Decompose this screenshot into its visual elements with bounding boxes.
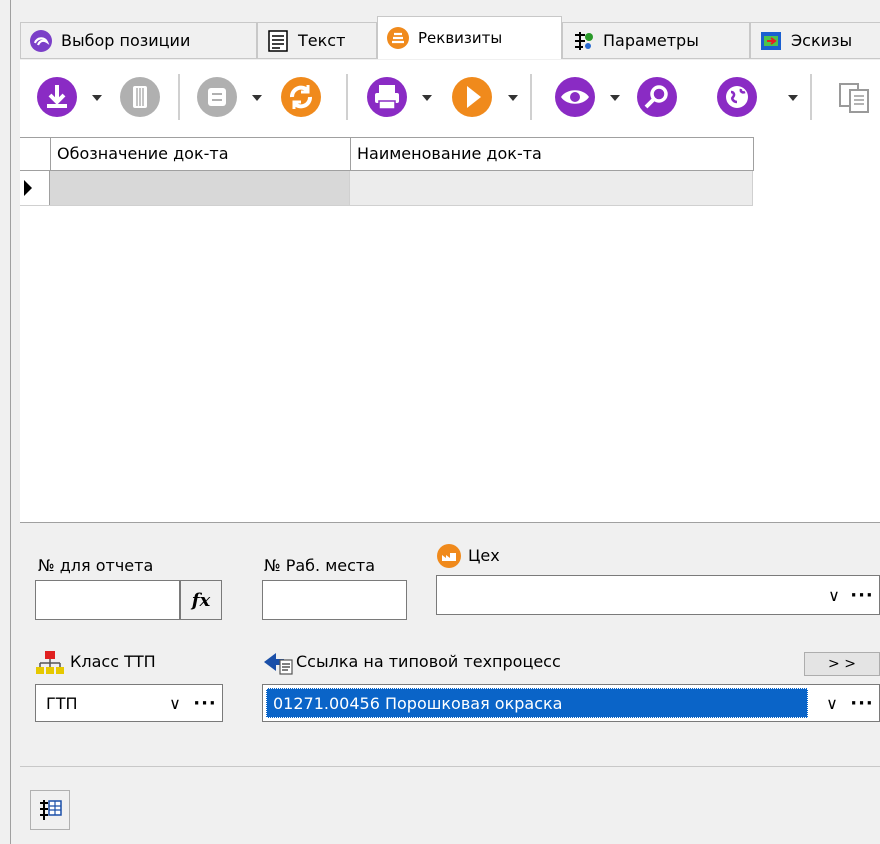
text-doc-icon [266, 29, 290, 53]
tab-text[interactable]: Текст [257, 22, 377, 58]
workplace-label: № Раб. места [264, 556, 376, 575]
globe-button[interactable] [712, 72, 762, 122]
window-edge [10, 0, 11, 844]
current-row-indicator-icon [20, 171, 50, 205]
play-dropdown[interactable] [506, 87, 520, 107]
tab-label: Параметры [603, 31, 699, 50]
workplace-input[interactable] [262, 580, 407, 620]
parameters-table-icon [40, 800, 62, 820]
class-ttp-icon [35, 650, 65, 676]
workshop-label: Цех [468, 546, 500, 565]
stack-icon [386, 26, 410, 50]
chevron-down-icon[interactable]: ∨ [164, 685, 186, 721]
row-indicator-header [20, 138, 51, 170]
stop-icon [197, 77, 237, 117]
table-cell[interactable] [50, 171, 350, 205]
dropdown-arrow-icon [422, 95, 432, 101]
report-no-input[interactable] [35, 580, 180, 620]
chevron-down-icon[interactable]: ∨ [821, 685, 843, 721]
refresh-icon [281, 77, 321, 117]
play-button[interactable] [447, 72, 497, 122]
dropdown-arrow-icon [508, 95, 518, 101]
swirl-icon [29, 29, 53, 53]
dropdown-arrow-icon [252, 95, 262, 101]
grid-header: Обозначение док-та Наименование док-та [20, 137, 754, 171]
documents-grid[interactable]: Обозначение док-та Наименование док-та [20, 134, 880, 523]
globe-dropdown[interactable] [786, 87, 800, 107]
download-button[interactable] [32, 72, 82, 122]
download-dropdown[interactable] [90, 87, 104, 107]
view-dropdown[interactable] [608, 87, 622, 107]
tab-requisites[interactable]: Реквизиты [377, 16, 562, 59]
globe-icon [717, 77, 757, 117]
column-button[interactable] [115, 72, 165, 122]
copy-button[interactable] [828, 72, 878, 122]
play-icon [452, 77, 492, 117]
tab-parameters[interactable]: Параметры [562, 22, 750, 58]
parameters-icon [571, 29, 595, 53]
goto-button[interactable]: > > [804, 652, 880, 676]
parameters-button[interactable] [30, 790, 70, 830]
separator [346, 74, 348, 120]
dropdown-arrow-icon [92, 95, 102, 101]
view-icon [555, 77, 595, 117]
view-button[interactable] [550, 72, 600, 122]
report-no-label: № для отчета [38, 556, 154, 575]
download-icon [37, 77, 77, 117]
ellipsis-button[interactable]: ··· [192, 685, 218, 721]
search-button[interactable] [632, 72, 682, 122]
workshop-value [437, 576, 447, 614]
chevron-down-icon[interactable]: ∨ [823, 576, 845, 614]
ellipsis-button[interactable]: ··· [849, 576, 875, 614]
toolbar [20, 60, 880, 134]
tab-label: Текст [298, 31, 346, 50]
separator [530, 74, 532, 120]
refresh-button[interactable] [276, 72, 326, 122]
formula-button[interactable]: fx [180, 580, 222, 620]
ttp-class-value: ГТП [46, 693, 78, 713]
workshop-icon [436, 543, 462, 569]
tab-label: Реквизиты [418, 29, 503, 47]
ttp-class-combo[interactable]: ГТП ∨ ··· [35, 684, 223, 722]
workshop-combo[interactable]: ∨ ··· [436, 575, 880, 615]
dropdown-arrow-icon [610, 95, 620, 101]
tab-label: Эскизы [791, 31, 853, 50]
ttp-class-label: Класс ТТП [70, 652, 156, 671]
dropdown-arrow-icon [788, 95, 798, 101]
separator [810, 74, 812, 120]
sketch-icon [759, 29, 783, 53]
tab-position-select[interactable]: Выбор позиции [20, 22, 257, 58]
ellipsis-button[interactable]: ··· [849, 685, 875, 721]
column-header-doc-name[interactable]: Наименование док-та [351, 138, 754, 170]
column-icon [120, 77, 160, 117]
formula-icon: fx [191, 589, 211, 611]
stop-dropdown[interactable] [250, 87, 264, 107]
print-icon [367, 77, 407, 117]
search-icon [637, 77, 677, 117]
separator [178, 74, 180, 120]
column-header-doc-designation[interactable]: Обозначение док-та [51, 138, 351, 170]
divider [20, 766, 880, 767]
table-row[interactable] [20, 171, 753, 206]
typical-process-value: 01271.00456 Порошковая окраска [266, 688, 808, 718]
typical-process-combo[interactable]: 01271.00456 Порошковая окраска ∨ ··· [262, 684, 880, 722]
tab-label: Выбор позиции [61, 31, 191, 50]
typical-process-label: Ссылка на типовой техпроцесс [296, 652, 561, 671]
tab-sketches[interactable]: Эскизы [750, 22, 880, 58]
print-button[interactable] [362, 72, 412, 122]
table-cell[interactable] [350, 171, 753, 205]
print-dropdown[interactable] [420, 87, 434, 107]
copy-icon [839, 83, 869, 113]
stop-button[interactable] [192, 72, 242, 122]
typical-process-link-icon [262, 650, 294, 676]
